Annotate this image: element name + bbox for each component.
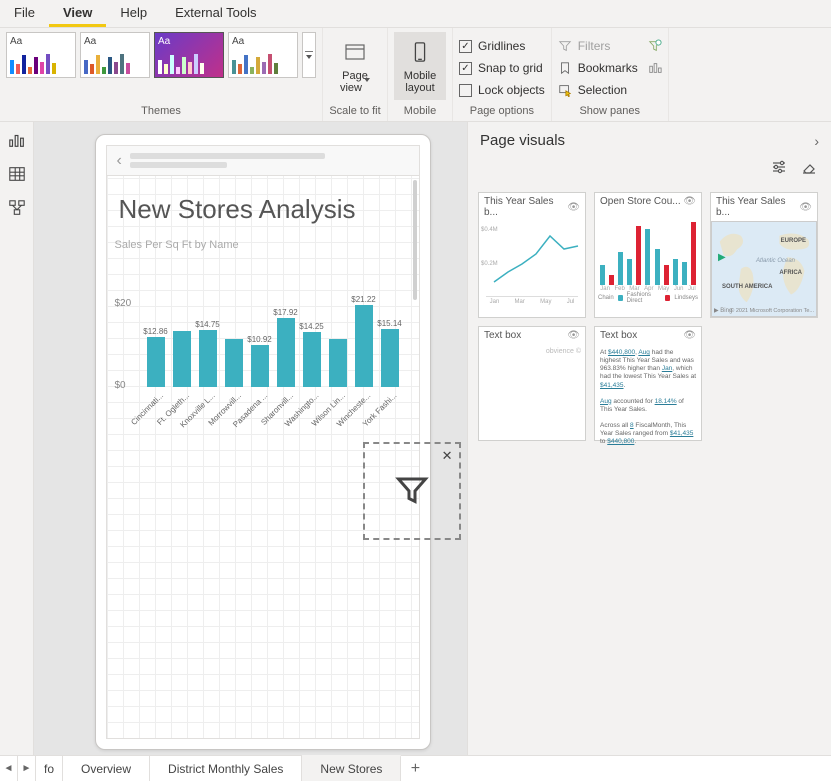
ribbon-group-panes-label: Show panes [558, 103, 662, 119]
lock-objects-checkbox[interactable]: Lock objects [459, 80, 545, 100]
visual-card-textbox-2[interactable]: Text box👁 At $440,800, Aug had the highe… [594, 326, 702, 441]
report-view-icon[interactable] [7, 130, 27, 150]
menu-external-tools[interactable]: External Tools [161, 0, 270, 27]
phone-header: ‹ [107, 146, 419, 176]
visibility-icon[interactable]: 👁 [567, 202, 580, 213]
ribbon-group-scale-label: Scale to fit [329, 103, 381, 119]
tab-fo[interactable]: fo [36, 756, 63, 781]
snap-to-grid-checkbox[interactable]: ✓Snap to grid [459, 58, 543, 78]
menu-help[interactable]: Help [106, 0, 161, 27]
theme-swatch-1[interactable]: Aa [6, 32, 76, 78]
canvas[interactable]: ‹ New Stores Analysis Sales Per Sq Ft by… [34, 122, 467, 755]
back-icon: ‹ [117, 152, 122, 170]
mobile-layout-button[interactable]: Mobile layout [394, 32, 446, 100]
visual-card-sales-line[interactable]: This Year Sales b...👁 $0.4M $0.2M JanMar… [478, 192, 586, 318]
visual-card-sales-map[interactable]: This Year Sales b...👁 ▶ EUROPE AFRICA SO… [710, 192, 818, 318]
menu-file[interactable]: File [0, 0, 49, 27]
theme-swatch-3[interactable]: Aa [154, 32, 224, 78]
tab-new-stores[interactable]: New Stores [302, 755, 401, 781]
menu-bar: File View Help External Tools [0, 0, 831, 28]
page-view-icon [343, 38, 367, 66]
visibility-icon[interactable]: 👁 [683, 196, 696, 207]
visual-card-store-count[interactable]: Open Store Cou...👁 JanFebMarAprMayJunJul… [594, 192, 702, 318]
mobile-icon [408, 38, 432, 66]
ribbon-group-mobile-label: Mobile [394, 103, 446, 119]
page-visuals-panel: Page visuals › This Year Sales b...👁 $0.… [467, 122, 831, 755]
ribbon-group-themes-label: Themes [6, 103, 316, 119]
themes-dropdown[interactable] [302, 32, 316, 78]
ribbon-view: Aa Aa Aa Aa Themes Page view Scale to fi… [0, 28, 831, 122]
visibility-icon[interactable]: 👁 [683, 330, 696, 341]
chart-subtitle: Sales Per Sq Ft by Name [115, 239, 411, 251]
ytick-20: $20 [115, 298, 132, 309]
bookmarks-pane-toggle[interactable]: Bookmarks [558, 58, 638, 78]
data-view-icon[interactable] [7, 164, 27, 184]
model-view-icon[interactable] [7, 198, 27, 218]
panel-title: Page visuals [480, 132, 565, 149]
report-title: New Stores Analysis [107, 176, 419, 231]
selection-pane-toggle[interactable]: Selection [558, 80, 638, 100]
ytick-0: $0 [115, 380, 126, 391]
phone-scrollbar[interactable] [413, 180, 417, 300]
mobile-frame: ‹ New Stores Analysis Sales Per Sq Ft by… [95, 134, 431, 750]
tab-prev[interactable]: ◄ [0, 756, 18, 781]
menu-view[interactable]: View [49, 0, 106, 27]
page-tabs: ◄ ► fo Overview District Monthly Sales N… [0, 755, 831, 781]
theme-swatch-4[interactable]: Aa [228, 32, 298, 78]
visibility-icon[interactable]: 👁 [567, 330, 580, 341]
visibility-icon[interactable]: 👁 [799, 202, 812, 213]
theme-swatch-2[interactable]: Aa [80, 32, 150, 78]
page-view-button[interactable]: Page view [329, 32, 381, 100]
view-rail [0, 122, 34, 755]
gridlines-checkbox[interactable]: ✓Gridlines [459, 36, 525, 56]
ribbon-group-pageopts-label: Page options [459, 103, 545, 119]
filters-pane-toggle[interactable]: Filters [558, 36, 638, 56]
workspace: ‹ New Stores Analysis Sales Per Sq Ft by… [0, 122, 831, 755]
eraser-icon[interactable] [801, 159, 817, 178]
panel-collapse-icon[interactable]: › [814, 133, 819, 149]
close-icon[interactable]: ✕ [442, 448, 453, 464]
tab-next[interactable]: ► [18, 756, 36, 781]
sliders-icon[interactable] [771, 159, 787, 178]
slicer-drop-zone[interactable]: ✕ [363, 442, 461, 540]
visual-card-textbox-1[interactable]: Text box👁 obvience © [478, 326, 586, 441]
funnel-icon [394, 473, 430, 509]
performance-analyzer-toggle[interactable] [648, 58, 662, 78]
tab-district-monthly[interactable]: District Monthly Sales [150, 756, 302, 781]
tab-add[interactable]: + [401, 756, 429, 781]
bar-chart-visual[interactable]: Sales Per Sq Ft by Name $0 $20 $12.86$14… [107, 231, 419, 429]
sync-slicers-toggle[interactable] [648, 36, 662, 56]
tab-overview[interactable]: Overview [63, 756, 150, 781]
